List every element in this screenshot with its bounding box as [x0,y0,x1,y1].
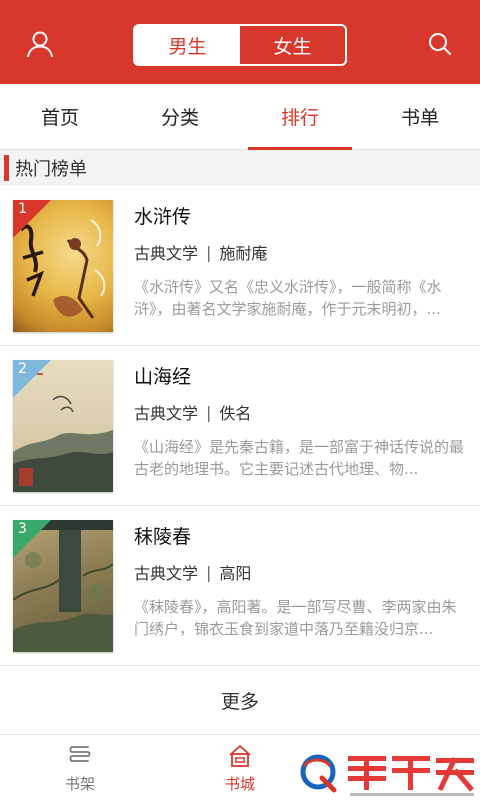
gender-toggle: 男生 女生 [133,24,347,66]
book-list: 1 水浒传 古典文学 | 施耐庵 《水浒传》又名《忠义水浒传》，一般简称《水浒》… [0,186,480,666]
book-description: 《山海经》是先秦古籍，是一部富于神话传说的最古老的地理书。它主要记述古代地理、物… [134,438,464,478]
book-category: 古典文学 [134,564,199,583]
book-cover: 3 [13,520,113,652]
book-meta: 古典文学 | 佚名 [134,400,251,424]
nav-bookshelf[interactable]: 书架 [20,735,140,800]
bookstore-icon [229,744,251,767]
user-icon[interactable] [24,28,56,60]
gender-male-tab[interactable]: 男生 [135,26,240,64]
book-title: 水浒传 [134,206,192,228]
book-row[interactable]: 2 山海经 古典文学 | 佚名 《山海经》是先秦古籍，是一部富于神话传说的最古老… [0,346,480,506]
tab-ranking[interactable]: 排行 [240,84,360,150]
book-cover: 2 [13,360,113,492]
book-description: 《水浒传》又名《忠义水浒传》，一般简称《水浒》，由著名文学家施耐庵，作于元末明初… [134,278,442,318]
section-title: 热门榜单 [15,159,87,180]
book-title: 秣陵春 [134,526,192,548]
app-header: 男生 女生 [0,0,480,84]
tab-home[interactable]: 首页 [0,84,120,149]
section-accent-bar [4,155,9,181]
meta-separator: | [206,562,212,582]
category-tabs: 首页 分类 排行 书单 [0,84,480,150]
book-cover: 1 [13,200,113,332]
watermark-logo [280,748,480,800]
tab-category[interactable]: 分类 [120,84,240,149]
rank-number: 2 [18,361,27,377]
bookshelf-icon [69,745,91,762]
book-description: 《秣陵春》，高阳著。是一部写尽曹、李两家由朱门绣户，锦衣玉食到家道中落乃至籍没归… [134,598,457,638]
book-row[interactable]: 1 水浒传 古典文学 | 施耐庵 《水浒传》又名《忠义水浒传》，一般简称《水浒》… [0,186,480,346]
nav-bookstore-label: 书城 [224,774,255,793]
book-author: 施耐庵 [219,244,268,263]
tab-booklist[interactable]: 书单 [360,84,480,149]
rank-number: 3 [18,521,27,537]
book-author: 高阳 [219,564,252,583]
meta-separator: | [206,402,212,422]
book-row[interactable]: 3 秣陵春 古典文学 | 高阳 《秣陵春》，高阳著。是一部写尽曹、李两家由朱门绣… [0,506,480,666]
book-meta: 古典文学 | 施耐庵 [134,240,267,264]
rank-number: 1 [18,201,27,217]
gender-female-tab[interactable]: 女生 [240,26,345,64]
section-header: 热门榜单 [0,150,480,186]
more-button[interactable]: 更多 [0,666,480,734]
meta-separator: | [206,242,212,262]
nav-bookshelf-label: 书架 [64,774,95,793]
book-title: 山海经 [134,366,192,388]
book-category: 古典文学 [134,244,199,263]
book-author: 佚名 [219,404,252,423]
book-meta: 古典文学 | 高阳 [134,560,251,584]
search-icon[interactable] [424,28,456,60]
book-category: 古典文学 [134,404,199,423]
